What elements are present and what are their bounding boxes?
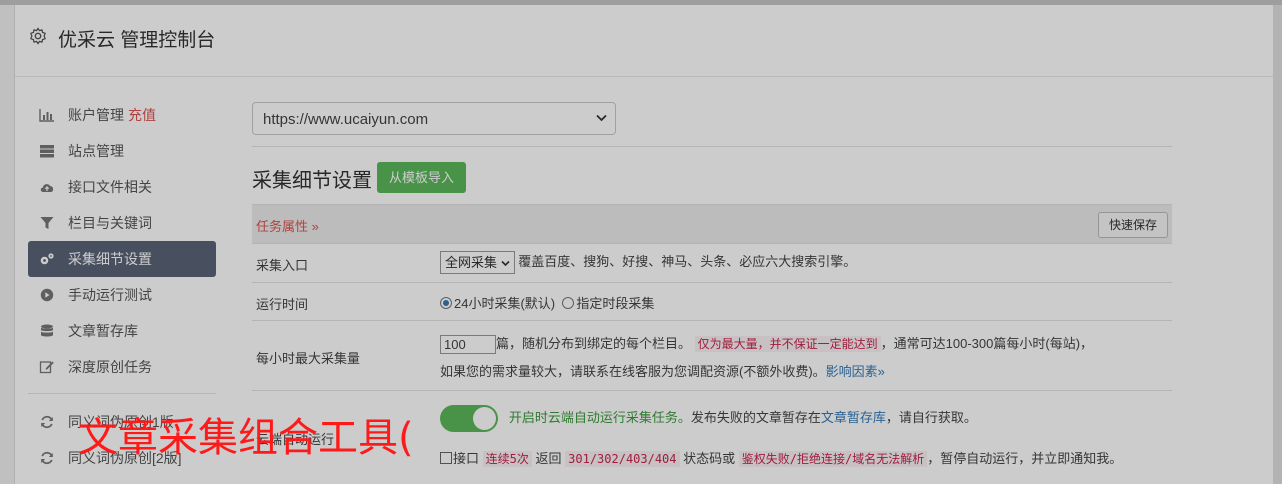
recharge-link[interactable]: 充值 — [128, 107, 156, 123]
site-select[interactable]: https://www.ucaiyun.com — [252, 102, 616, 135]
notify-checkbox[interactable] — [440, 452, 452, 464]
divider — [252, 146, 1172, 147]
radio-scheduled-label: 指定时段采集 — [576, 296, 655, 311]
radio-scheduled[interactable] — [562, 297, 575, 309]
auto-run-text-2: ，请自行获取。 — [885, 409, 977, 425]
max-per-hour-input[interactable]: 100 — [440, 335, 496, 355]
gear-icon — [30, 27, 46, 45]
sidebar-item-label: 接口文件相关 — [68, 179, 152, 195]
refresh-icon — [41, 415, 53, 429]
row-content: 全网采集 覆盖百度、搜狗、好搜、神马、头条、必应六大搜索引擎。 — [440, 251, 857, 275]
auto-run-text-1: 发布失败的文章暂存在 — [690, 409, 821, 425]
sidebar-item-article-store[interactable]: 文章暂存库 — [28, 313, 216, 349]
sidebar-item-label: 账户管理 — [68, 107, 124, 123]
auto-run-text-4: 状态码或 — [683, 451, 736, 466]
chevron-down-icon — [596, 114, 607, 122]
row-label: 每小时最大采集量 — [256, 351, 361, 366]
sidebar-item-label: 站点管理 — [68, 143, 124, 159]
article-store-link[interactable]: 文章暂存库 — [821, 410, 886, 425]
cogs-icon — [40, 253, 54, 265]
bar-chart-icon — [39, 109, 54, 122]
row-content: 100 篇，随机分布到绑定的每个栏目。 仅为最大量，并不保证一定能达到 ，通常可达1… — [440, 330, 1172, 386]
section-title: 采集细节设置 — [252, 170, 372, 192]
quick-save-button[interactable]: 快速保存 — [1097, 212, 1168, 238]
radio-24h[interactable] — [440, 297, 452, 309]
chevron-down-icon — [501, 260, 510, 267]
collect-entry-select-value: 全网采集 — [445, 255, 498, 271]
sidebar-item-columns[interactable]: 栏目与关键词 — [28, 205, 216, 241]
radio-24h-label: 24小时采集(默认) — [454, 296, 556, 311]
database-icon — [41, 324, 53, 337]
scrollbar[interactable] — [1273, 5, 1282, 484]
cloud-upload-icon — [40, 184, 54, 192]
collect-entry-select[interactable]: 全网采集 — [440, 251, 515, 275]
collect-entry-desc: 覆盖百度、搜狗、好搜、神马、头条、必应六大搜索引擎。 — [518, 254, 857, 269]
max-code-note: 仅为最大量，并不保证一定能达到 — [694, 336, 881, 352]
sidebar-item-sites[interactable]: 站点管理 — [28, 133, 216, 169]
max-text-2: ，通常可达100-300篇每小时(每站)， — [880, 336, 1094, 351]
notify-check-label: 接口 — [453, 451, 480, 466]
sidebar-item-account[interactable]: 账户管理 充值 — [28, 97, 216, 133]
task-attributes-bar: 任务属性 » 快速保存 — [252, 204, 1172, 244]
code-status: 301/302/403/404 — [565, 451, 680, 467]
edit-icon — [39, 361, 54, 374]
row-collect-entry: 采集入口 全网采集 覆盖百度、搜狗、好搜、神马、头条、必应六大搜索引擎。 — [252, 243, 1172, 283]
site-select-value: https://www.ucaiyun.com — [263, 111, 429, 128]
page-header: 优采云 管理控制台 — [15, 5, 1273, 77]
row-run-time: 运行时间 24小时采集(默认) 指定时段采集 — [252, 282, 1172, 321]
max-text-3: 如果您的需求量较大，请联系在线客服为您调配资源(不额外收费)。 — [440, 364, 826, 379]
server-icon — [40, 145, 54, 158]
row-label: 采集入口 — [256, 258, 309, 273]
auto-run-toggle[interactable] — [440, 405, 498, 432]
auto-run-green-text: 开启时云端自动运行采集任务。 — [508, 409, 691, 425]
row-max-per-hour: 每小时最大采集量 100 篇，随机分布到绑定的每个栏目。 仅为最大量，并不保证一定… — [252, 321, 1172, 391]
row-content: 24小时采集(默认) 指定时段采集 — [440, 293, 654, 312]
sidebar-item-deep-original[interactable]: 深度原创任务 — [28, 349, 216, 385]
sidebar-item-label: 栏目与关键词 — [68, 215, 152, 231]
code-auth-fail: 鉴权失败/拒绝连接/域名无法解析 — [738, 451, 928, 467]
sidebar-item-collect-settings[interactable]: 采集细节设置 — [28, 241, 216, 277]
auto-run-text-5: ，暂停自动运行，并立即通知我。 — [927, 451, 1123, 466]
filter-icon — [40, 217, 54, 229]
code-5-times: 连续5次 — [482, 451, 532, 467]
auto-run-text-3: 返回 — [535, 451, 562, 466]
sidebar-item-interface[interactable]: 接口文件相关 — [28, 169, 216, 205]
notify-line: 接口 连续5次 返回 301/302/403/404 状态码或 鉴权失败/拒绝连… — [440, 448, 1172, 467]
play-circle-icon — [40, 288, 54, 302]
influence-factors-link[interactable]: 影响因素» — [826, 364, 885, 379]
sidebar-item-label: 深度原创任务 — [68, 359, 152, 375]
row-label: 运行时间 — [256, 297, 309, 312]
sidebar-divider — [28, 393, 216, 394]
import-template-button[interactable]: 从模板导入 — [377, 162, 467, 193]
refresh-icon — [41, 451, 53, 465]
sidebar-item-label: 手动运行测试 — [68, 287, 152, 303]
page-title: 优采云 管理控制台 — [58, 30, 216, 51]
sidebar-item-manual-run[interactable]: 手动运行测试 — [28, 277, 216, 313]
sidebar-item-label: 文章暂存库 — [68, 323, 138, 339]
row-content: 开启时云端自动运行采集任务。发布失败的文章暂存在文章暂存库，请自行获取。 接口 … — [440, 405, 1172, 467]
max-text-1: 篇，随机分布到绑定的每个栏目。 — [496, 336, 692, 351]
task-attributes-toggle[interactable]: 任务属性 » — [256, 216, 319, 235]
sidebar-item-label: 采集细节设置 — [68, 251, 152, 267]
watermark-text: 文章采集组合工具( — [78, 415, 414, 461]
